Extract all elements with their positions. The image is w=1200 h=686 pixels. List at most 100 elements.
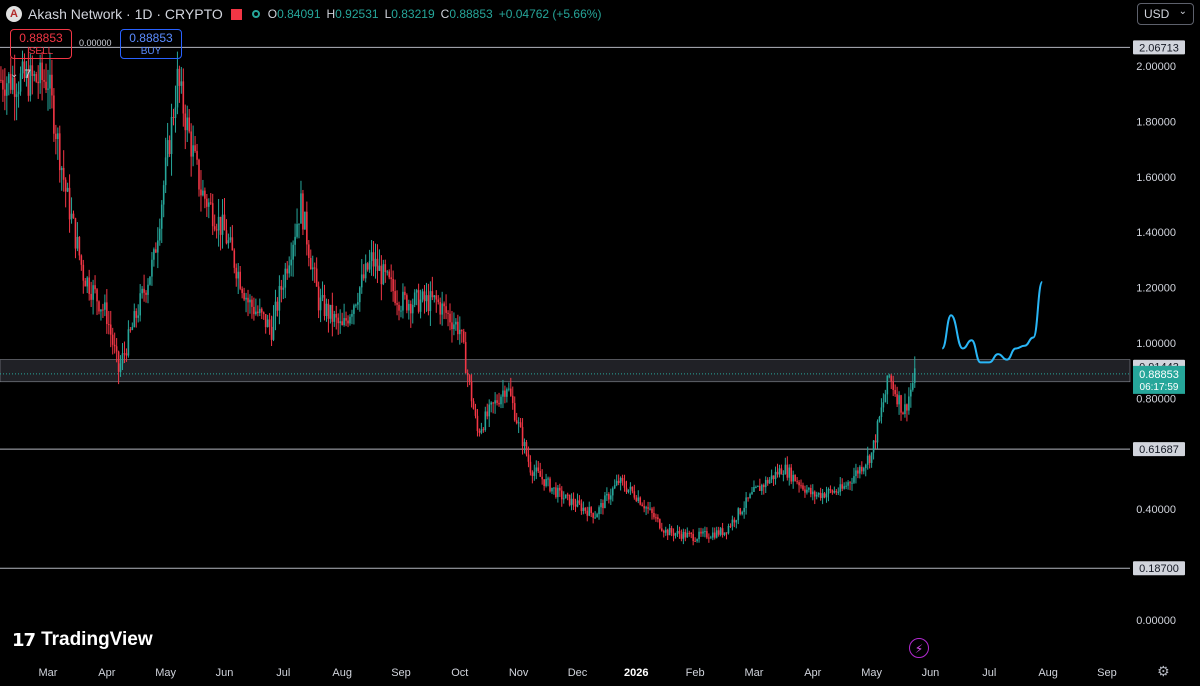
candle-body [694, 540, 696, 542]
candle-body [398, 304, 400, 311]
candle-body [245, 297, 247, 300]
candle-body [215, 229, 218, 231]
candle-body [831, 490, 834, 493]
symbol-header[interactable]: A Akash Network · 1D · CRYPTO O 0.84091 … [6, 3, 607, 25]
candle-body [613, 485, 616, 489]
candle-body [306, 211, 308, 245]
candle-body [672, 532, 675, 536]
candle-body [729, 526, 732, 528]
sell-button[interactable]: 0.88853 SELL [10, 29, 72, 59]
candle-body [188, 117, 190, 132]
candle-body [427, 295, 430, 312]
candle-body [774, 471, 777, 480]
candle-body [723, 532, 726, 536]
candle-body [888, 375, 891, 377]
candle-body [51, 74, 53, 96]
candle-body [643, 506, 645, 509]
candle-body [878, 416, 881, 422]
candle-body [337, 317, 340, 324]
candle-body [31, 65, 34, 76]
candle-body [790, 467, 793, 482]
candle-body [566, 494, 569, 496]
candle-body [296, 224, 298, 237]
candle-body [433, 295, 436, 298]
candle-body [898, 395, 900, 405]
tradingview-logo[interactable]: 𝟭𝟳 TradingView [12, 629, 153, 651]
candle-body [202, 190, 204, 196]
candle-body [358, 287, 361, 303]
candle-body [170, 117, 173, 154]
open-label: O [267, 7, 278, 21]
candle-body [488, 404, 491, 417]
candle-body [117, 351, 120, 372]
candle-body [529, 461, 532, 473]
candle-body [890, 375, 893, 382]
candle-body [141, 288, 143, 294]
candle-body [460, 329, 463, 332]
candle-body [123, 353, 126, 355]
candle-body [560, 490, 563, 500]
candle-body [107, 324, 110, 326]
candle-body [762, 484, 765, 488]
x-tick-label: Jun [216, 667, 234, 679]
x-tick-label: Sep [1097, 667, 1117, 679]
indicators-count: 7 [24, 67, 32, 81]
candle-body [486, 411, 489, 417]
candle-body [264, 314, 267, 328]
candle-body [733, 519, 736, 523]
candle-body [235, 267, 238, 279]
candle-body [798, 482, 800, 486]
candle-body [770, 475, 773, 480]
candle-body [462, 331, 465, 343]
x-tick-label: May [155, 667, 176, 679]
candle-body [490, 402, 492, 405]
candle-body [635, 497, 638, 501]
indicators-toggle[interactable]: ⌄ 7 [10, 67, 31, 81]
candle-body [57, 133, 59, 140]
candle-body [704, 531, 706, 533]
candle-body [868, 455, 871, 463]
candle-body [853, 476, 855, 483]
candle-body [496, 400, 498, 403]
candle-body [657, 517, 659, 520]
buy-button[interactable]: 0.88853 BUY [120, 29, 182, 59]
gear-icon[interactable]: ⚙ [1157, 663, 1170, 680]
candle-body [127, 329, 130, 356]
candle-body [586, 510, 589, 516]
candle-body [313, 267, 316, 269]
candle-body [223, 214, 226, 231]
candle-body [37, 81, 39, 84]
candle-body [500, 396, 502, 405]
candle-body [233, 250, 236, 268]
candle-body [292, 244, 294, 260]
candle-body [543, 479, 545, 486]
candle-body [606, 494, 608, 496]
countdown-tag: 06:17:59 [1140, 382, 1179, 393]
high-value: 0.92531 [335, 7, 379, 21]
flag-icon[interactable] [230, 8, 242, 20]
currency-select[interactable]: USD ⌄ [1137, 3, 1194, 25]
candle-body [839, 484, 842, 492]
candle-body [184, 113, 187, 131]
lightning-icon[interactable]: ⚡ [909, 638, 929, 658]
candle-body [98, 301, 100, 312]
candle-body [562, 498, 565, 500]
candle-body [417, 290, 420, 312]
candle-body [686, 532, 689, 538]
price-chart[interactable]: 2.00000 1.80000 1.60000 1.40000 1.20000 1.000… [0, 0, 1200, 686]
candle-body [476, 415, 479, 431]
candle-body [208, 202, 210, 207]
candle-body [290, 259, 292, 266]
candle-body [545, 479, 547, 486]
x-tick-label: Oct [451, 667, 468, 679]
candle-body [409, 303, 412, 314]
candle-body [90, 293, 92, 300]
candle-body [678, 531, 681, 535]
candle-body [715, 530, 718, 538]
candle-body [300, 193, 302, 224]
symbol-title[interactable]: Akash Network · 1D · CRYPTO [28, 6, 223, 22]
candle-body [659, 519, 661, 529]
candle-body [268, 319, 271, 327]
candle-body [327, 303, 330, 319]
low-value: 0.83219 [391, 7, 435, 21]
